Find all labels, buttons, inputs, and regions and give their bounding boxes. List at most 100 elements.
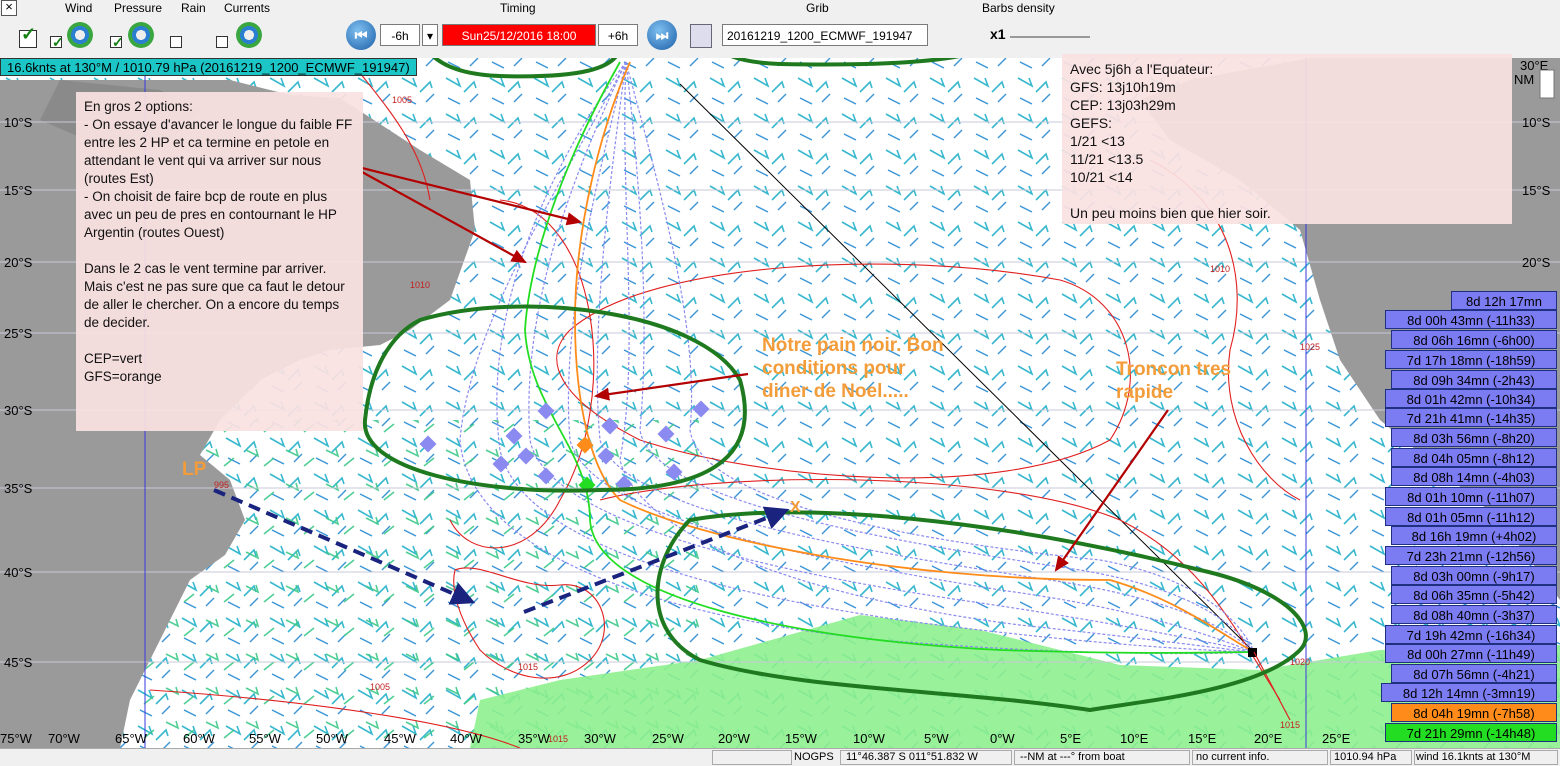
lon-label: 5°E <box>1060 731 1081 746</box>
lat-label: 30°S <box>4 403 33 418</box>
zoom-control-icon[interactable] <box>1539 69 1555 99</box>
eta-item[interactable]: 8d 12h 17mn <box>1451 291 1557 310</box>
rain-checkbox[interactable] <box>170 36 182 48</box>
gps-status: NOGPS <box>794 751 834 763</box>
isobar-label: 995 <box>214 480 229 490</box>
eta-item[interactable]: 8d 09h 34mn (-2h43) <box>1391 370 1557 389</box>
lon-label: 50°W <box>316 731 349 746</box>
isobar-label: 1015 <box>1280 720 1300 730</box>
pressure-checkbox[interactable]: ✓ <box>110 34 124 50</box>
isobar-label: 1005 <box>370 682 390 692</box>
isobar-label: 1010 <box>1210 264 1230 274</box>
date-field[interactable]: Sun25/12/2016 18:00 <box>442 24 596 46</box>
lat-label: 40°S <box>4 565 33 580</box>
lon-label: 10°E <box>1120 731 1149 746</box>
grib-file-field[interactable]: 20161219_1200_ECMWF_191947 <box>722 24 928 46</box>
cursor-info-bar: 16.6knts at 130°M / 1010.79 hPa (2016121… <box>0 58 417 76</box>
barbs-density-label: Barbs density <box>982 1 1055 15</box>
eta-item[interactable]: 8d 08h 14mn (-4h03) <box>1391 467 1557 486</box>
wind-group-label: Wind <box>65 1 93 15</box>
step-forward-button[interactable]: +6h <box>598 24 638 46</box>
lon-label: 45°W <box>384 731 417 746</box>
grib-group-label: Grib <box>806 1 829 15</box>
lon-label: 25°E <box>1322 731 1351 746</box>
eta-item[interactable]: 8d 07h 56mn (-4h21) <box>1391 664 1557 683</box>
currents-group-label: Currents <box>224 1 271 15</box>
lon-label: 75°W <box>0 731 33 746</box>
wind-readout: wind 16.1knts at 130°M <box>1416 751 1531 763</box>
lon-label: 10°W <box>853 731 886 746</box>
currents-checkbox[interactable] <box>216 36 228 48</box>
lon-label: 15°W <box>785 731 818 746</box>
lat-label: 10°S <box>4 115 33 130</box>
status-bar: NOGPS 11°46.387 S 011°51.832 W --NM at -… <box>0 748 1560 766</box>
lat-label: 15°S <box>4 183 33 198</box>
lat-label: 20°S <box>1522 255 1551 270</box>
eta-item[interactable]: 8d 16h 19mn (+4h02) <box>1391 526 1557 545</box>
master-checkbox[interactable]: ✓ <box>19 25 37 48</box>
pressure-readout: 1010.94 hPa <box>1334 751 1397 763</box>
check-icon: ✓ <box>21 24 37 44</box>
noel-annotation: Notre pain noir. Bon conditions pour din… <box>762 335 944 402</box>
lon-label: 15°E <box>1188 731 1217 746</box>
eta-item[interactable]: 8d 12h 14mn (-3mn19) <box>1381 683 1557 702</box>
isobar-label: 1025 <box>1300 342 1320 352</box>
lon-label: 40°W <box>450 731 483 746</box>
toolbar: × Wind Pressure Rain Currents ✓ ✓ ✓ Timi… <box>0 0 1560 58</box>
current-info: no current info. <box>1196 751 1270 763</box>
lon-label: 20°E <box>1254 731 1283 746</box>
lat-label: 20°S <box>4 255 33 270</box>
eta-item[interactable]: 8d 03h 56mn (-8h20) <box>1391 428 1557 447</box>
eta-item[interactable]: 8d 06h 16mn (-6h00) <box>1391 330 1557 349</box>
eta-item[interactable]: 7d 21h 41mn (-14h35) <box>1385 408 1557 427</box>
cursor-position: 11°46.387 S 011°51.832 W <box>846 751 978 763</box>
wind-settings-gear-icon[interactable] <box>67 22 93 48</box>
lon-label: 0°W <box>990 731 1015 746</box>
left-note: En gros 2 options: - On essaye d'avancer… <box>76 92 363 431</box>
close-icon[interactable]: × <box>1 0 17 16</box>
lat-label: 15°S <box>1522 183 1551 198</box>
lon-label: 55°W <box>249 731 282 746</box>
eta-item[interactable]: 8d 03h 00mn (-9h17) <box>1391 566 1557 585</box>
eta-item[interactable]: 7d 23h 21mn (-12h56) <box>1385 546 1557 565</box>
lat-label: 10°S <box>1522 115 1551 130</box>
wind-checkbox[interactable]: ✓ <box>50 34 64 50</box>
eta-item[interactable]: 8d 01h 05mn (-11h12) <box>1385 507 1557 526</box>
timing-group-label: Timing <box>500 1 536 15</box>
eta-item[interactable]: 7d 21h 29mn (-14h48) <box>1385 723 1557 742</box>
eta-item[interactable]: 8d 00h 43mn (-11h33) <box>1385 310 1557 329</box>
barbs-density-value: x1 <box>990 26 1006 42</box>
eta-item[interactable]: 8d 04h 05mn (-8h12) <box>1391 448 1557 467</box>
dropdown-chevron-icon[interactable]: ▾ <box>422 24 438 46</box>
pressure-settings-gear-icon[interactable] <box>128 22 154 48</box>
grib-file-icon[interactable] <box>690 24 712 48</box>
step-back-button[interactable]: -6h <box>380 24 420 46</box>
skip-back-icon[interactable]: ⏮ <box>346 20 376 50</box>
lon-label: 70°W <box>48 731 81 746</box>
lat-label: 35°S <box>4 481 33 496</box>
eta-item[interactable]: 8d 01h 10mn (-11h07) <box>1385 487 1557 506</box>
eta-item[interactable]: 8d 04h 19mn (-7h58) <box>1391 703 1557 722</box>
isobar-label: 1010 <box>410 280 430 290</box>
eta-item[interactable]: 8d 00h 27mn (-11h49) <box>1385 644 1557 663</box>
lon-label: 60°W <box>183 731 216 746</box>
x-annotation: X <box>790 499 801 516</box>
barbs-density-slider[interactable] <box>1010 36 1090 38</box>
skip-forward-icon[interactable]: ⏭ <box>647 20 677 50</box>
lon-label: 20°W <box>718 731 751 746</box>
pressure-group-label: Pressure <box>114 1 163 15</box>
eta-item[interactable]: 8d 08h 40mn (-3h37) <box>1391 605 1557 624</box>
nm-label: NM <box>1514 72 1534 87</box>
isobar-label: 1005 <box>392 95 412 105</box>
rain-group-label: Rain <box>181 1 206 15</box>
troncon-annotation: Troncon tres rapide <box>1116 359 1232 403</box>
eta-item[interactable]: 8d 06h 35mn (-5h42) <box>1391 585 1557 604</box>
lon-label: 35°W <box>518 731 551 746</box>
currents-settings-gear-icon[interactable] <box>236 22 262 48</box>
isobar-label: 1015 <box>518 662 538 672</box>
eta-item[interactable]: 7d 17h 18mn (-18h59) <box>1385 350 1557 369</box>
lon-label: 30°W <box>584 731 617 746</box>
eta-item[interactable]: 7d 19h 42mn (-16h34) <box>1385 625 1557 644</box>
eta-item[interactable]: 8d 01h 42mn (-10h34) <box>1385 389 1557 408</box>
right-note: Avec 5j6h a l'Equateur: GFS: 13j10h19m C… <box>1062 54 1512 224</box>
